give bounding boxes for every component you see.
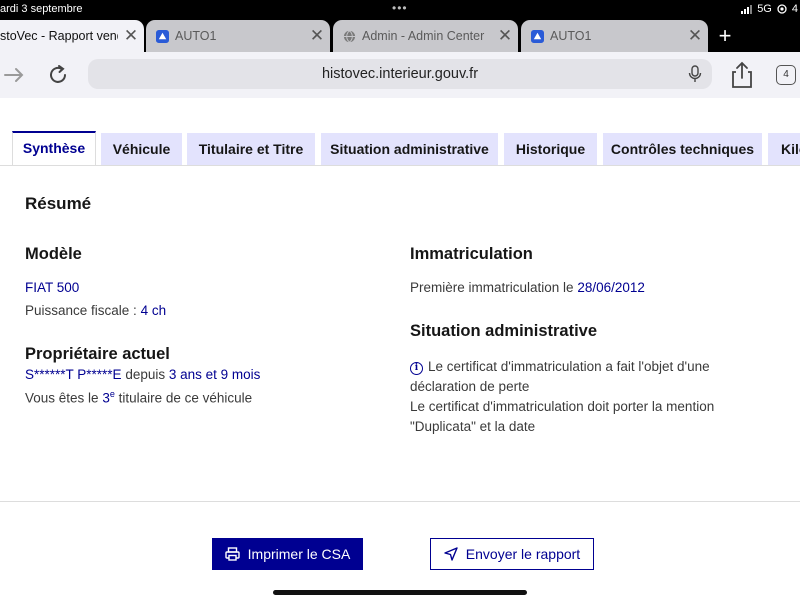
auto1-favicon-icon bbox=[531, 29, 544, 43]
resume-title: Résumé bbox=[25, 194, 92, 213]
globe-icon bbox=[343, 30, 356, 43]
situation-line-1: i Le certificat d'immatriculation a fait … bbox=[410, 357, 790, 377]
send-icon bbox=[444, 547, 458, 561]
reload-icon bbox=[50, 65, 66, 83]
browser-tab-title: AUTO1 bbox=[550, 29, 592, 43]
tab-kilometrage[interactable]: Kilo bbox=[768, 133, 800, 165]
puissance-label: Puissance fiscale : bbox=[25, 303, 141, 318]
tab-count-button[interactable]: 4 bbox=[776, 65, 796, 85]
url-text: histovec.interieur.gouv.fr bbox=[321, 66, 479, 82]
situation-line-3: Le certificat d'immatriculation doit por… bbox=[410, 399, 715, 414]
puissance-value: 4 ch bbox=[140, 303, 167, 318]
print-csa-button[interactable]: Imprimer le CSA bbox=[212, 538, 363, 570]
situation-line-4: "Duplicata" et la date bbox=[410, 419, 536, 434]
status-date: ardi 3 septembre bbox=[0, 3, 83, 15]
tab-titulaire-et-titre[interactable]: Titulaire et Titre bbox=[187, 133, 315, 165]
arrow-right-icon bbox=[4, 68, 24, 82]
status-bar: ardi 3 septembre ••• 5G 4 bbox=[0, 0, 800, 20]
owner-line: S******T P*****E depuis 3 ans et 9 mois bbox=[25, 365, 260, 385]
report-tabs: Synthèse Véhicule Titulaire et Titre Sit… bbox=[12, 131, 800, 165]
tab-historique[interactable]: Historique bbox=[504, 133, 597, 165]
since-value: 3 ans et 9 mois bbox=[168, 367, 261, 382]
send-report-button[interactable]: Envoyer le rapport bbox=[430, 538, 594, 570]
tab-situation-administrative[interactable]: Situation administrative bbox=[321, 133, 498, 165]
close-tab-icon[interactable]: ✕ bbox=[682, 26, 708, 46]
tab-synthese[interactable]: Synthèse bbox=[12, 131, 96, 165]
close-tab-icon[interactable]: ✕ bbox=[118, 26, 144, 46]
synthese-panel bbox=[0, 165, 800, 502]
immat-label: Première immatriculation le bbox=[410, 280, 578, 295]
print-label: Imprimer le CSA bbox=[247, 546, 351, 562]
send-label: Envoyer le rapport bbox=[465, 546, 581, 562]
tab-vehicule[interactable]: Véhicule bbox=[101, 133, 182, 165]
home-indicator[interactable] bbox=[273, 590, 527, 595]
share-icon[interactable] bbox=[730, 61, 754, 89]
immat-date: 28/06/2012 bbox=[577, 280, 645, 295]
battery-label: 4 bbox=[791, 3, 798, 15]
browser-toolbar: histovec.interieur.gouv.fr 4 bbox=[0, 52, 800, 98]
situation-title: Situation administrative bbox=[410, 322, 598, 340]
forward-button[interactable] bbox=[0, 61, 28, 89]
browser-tab-auto1[interactable]: AUTO1 ✕ bbox=[146, 20, 330, 52]
page-content: Synthèse Véhicule Titulaire et Titre Sit… bbox=[0, 98, 800, 600]
puissance-fiscale: Puissance fiscale : 4 ch bbox=[25, 301, 166, 321]
owner-name: S******T P*****E bbox=[25, 367, 122, 382]
browser-tab-title: stoVec - Rapport vende bbox=[0, 29, 118, 43]
since-label: depuis bbox=[121, 367, 169, 382]
owner-rank: Vous êtes le 3e titulaire de ce véhicule bbox=[25, 384, 252, 409]
close-tab-icon[interactable]: ✕ bbox=[492, 26, 518, 46]
modele-title: Modèle bbox=[25, 245, 82, 263]
new-tab-button[interactable]: + bbox=[712, 23, 738, 49]
auto1-favicon-icon bbox=[156, 29, 169, 43]
close-tab-icon[interactable]: ✕ bbox=[304, 26, 330, 46]
info-icon: i bbox=[410, 362, 423, 375]
immatriculation-title: Immatriculation bbox=[410, 245, 533, 263]
situation-line-2: déclaration de perte bbox=[410, 379, 530, 394]
premiere-immatriculation: Première immatriculation le 28/06/2012 bbox=[410, 278, 645, 298]
network-label: 5G bbox=[757, 3, 772, 15]
microphone-icon[interactable] bbox=[688, 65, 702, 83]
browser-tab-auto1-2[interactable]: AUTO1 ✕ bbox=[521, 20, 708, 52]
rank-suffix: titulaire de ce véhicule bbox=[114, 390, 253, 406]
address-bar[interactable]: histovec.interieur.gouv.fr bbox=[88, 59, 712, 89]
proprietaire-title: Propriétaire actuel bbox=[25, 345, 170, 363]
multitask-dots[interactable]: ••• bbox=[392, 1, 408, 15]
browser-tab-strip: stoVec - Rapport vende ✕ AUTO1 ✕ Admin -… bbox=[0, 20, 800, 52]
browser-tab-title: AUTO1 bbox=[175, 29, 217, 43]
status-indicators: 5G 4 bbox=[741, 3, 798, 15]
printer-icon bbox=[224, 547, 240, 561]
signal-icon bbox=[741, 4, 753, 14]
browser-chrome: ardi 3 septembre ••• 5G 4 stoVec - Rappo… bbox=[0, 0, 800, 52]
rank-prefix: Vous êtes le bbox=[25, 390, 103, 406]
tab-controles-techniques[interactable]: Contrôles techniques bbox=[603, 133, 762, 165]
reload-button[interactable] bbox=[44, 61, 72, 89]
situation-details: i Le certificat d'immatriculation a fait … bbox=[410, 357, 790, 437]
browser-tab-histovec[interactable]: stoVec - Rapport vende ✕ bbox=[0, 20, 144, 52]
browser-tab-admin[interactable]: Admin - Admin Center ✕ bbox=[333, 20, 518, 52]
browser-tab-title: Admin - Admin Center bbox=[362, 29, 485, 43]
location-icon bbox=[777, 4, 787, 14]
model-name: FIAT 500 bbox=[25, 280, 80, 295]
rank-number: 3 bbox=[102, 390, 110, 406]
